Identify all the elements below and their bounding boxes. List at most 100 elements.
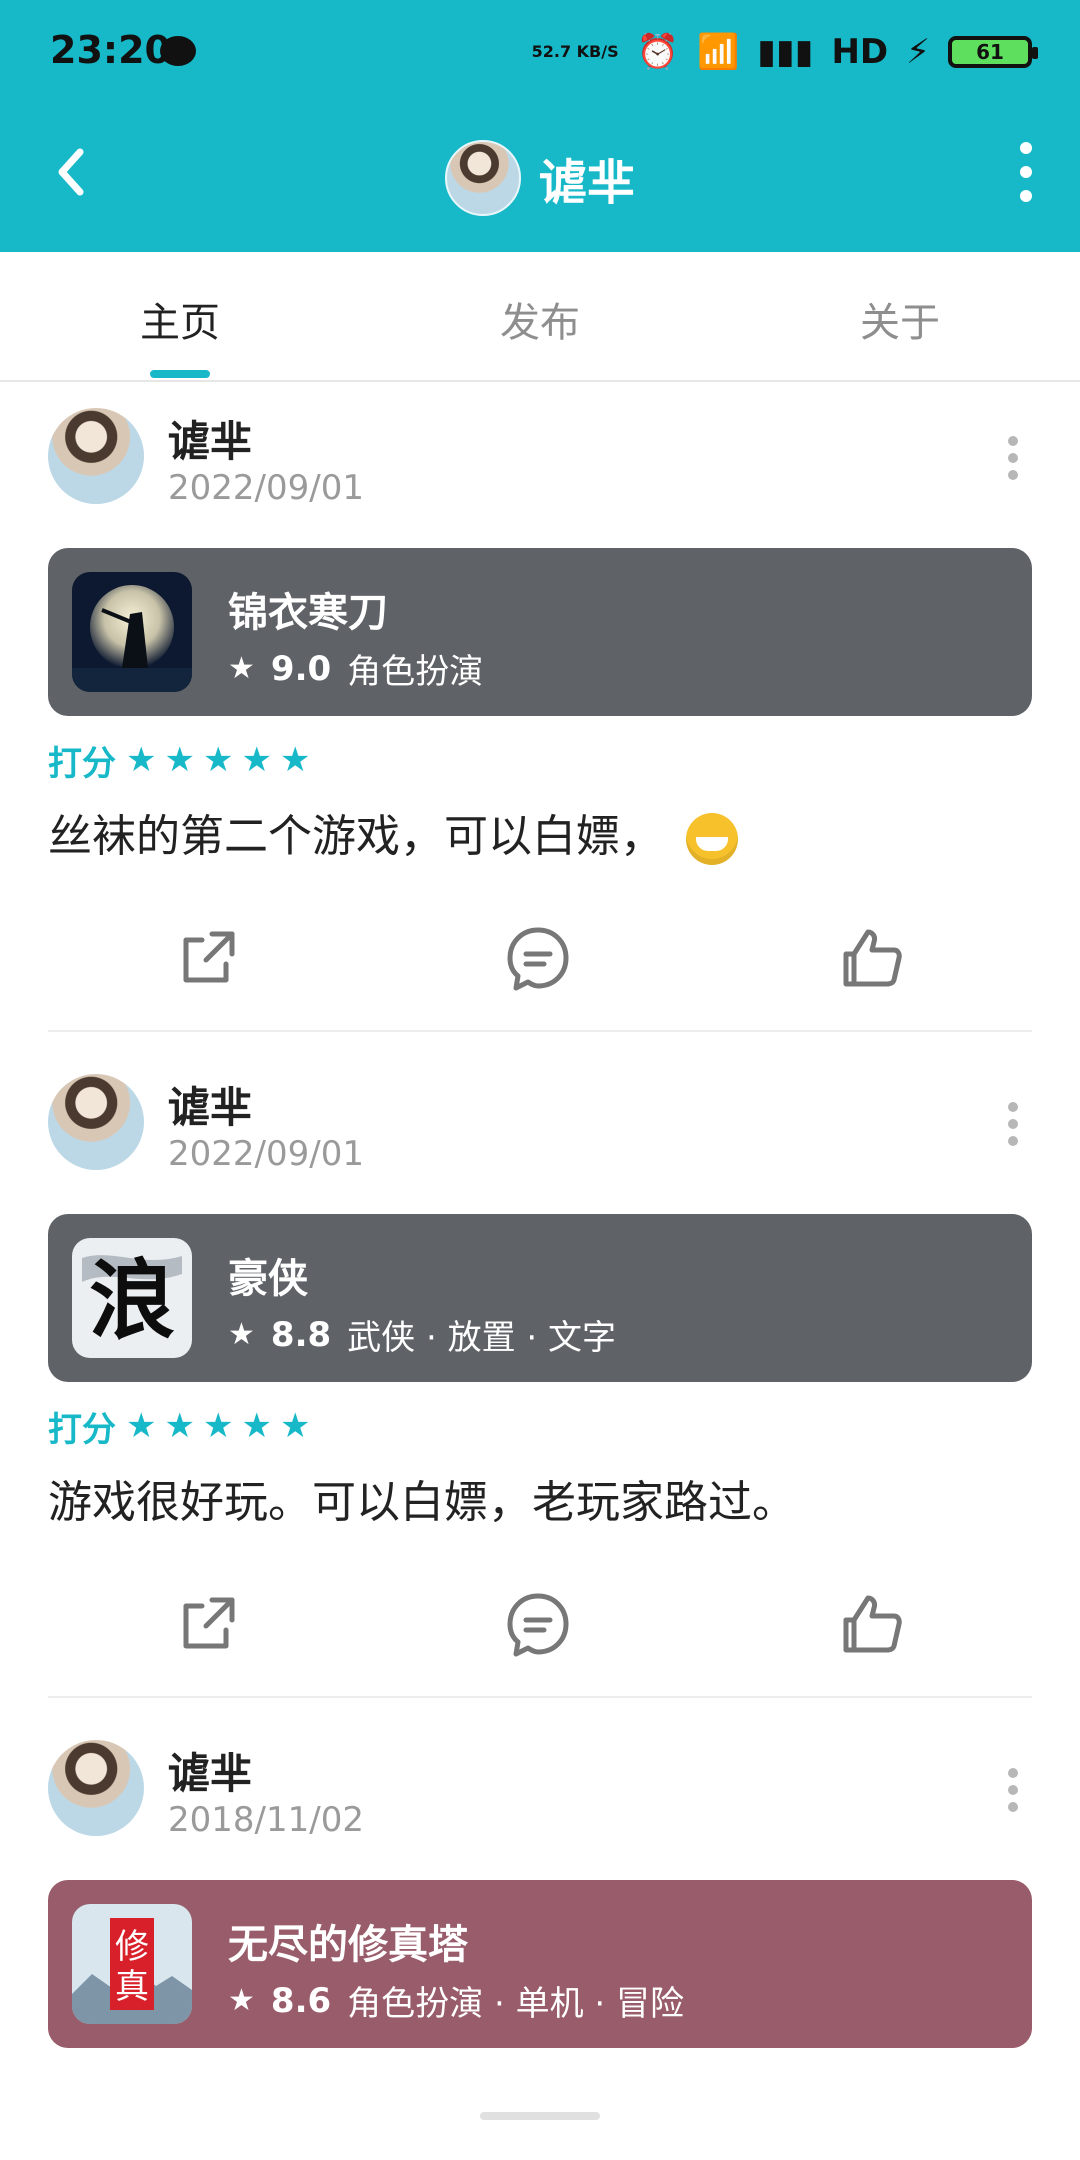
star-icon: ★ — [202, 740, 234, 780]
more-dot-icon — [1020, 166, 1032, 178]
comment-icon — [507, 1593, 569, 1657]
game-meta: ★ 8.6 角色扮演 · 单机 · 冒险 — [228, 1976, 684, 2025]
rating-row: 打分 ★ ★ ★ ★ ★ — [48, 1396, 310, 1456]
more-dot-icon — [1008, 436, 1018, 446]
share-icon — [183, 1597, 235, 1649]
top-bar: 23:20 52.7 KB/S ⏰ 📶 ▮▮▮ HD ⚡ 61 谑芈 — [0, 0, 1080, 252]
game-icon — [72, 572, 192, 692]
like-button[interactable] — [832, 1584, 912, 1664]
profile-title: 谑芈 — [0, 132, 1080, 224]
battery-indicator: 61 — [948, 36, 1038, 68]
star-icon: ★ — [126, 740, 157, 780]
share-button[interactable] — [168, 918, 248, 998]
rating-stars: ★ ★ ★ ★ ★ — [126, 1406, 310, 1446]
battery-level: 61 — [976, 40, 1004, 64]
more-dot-icon — [1008, 1136, 1018, 1146]
game-tags: 角色扮演 · 单机 · 冒险 — [347, 1984, 684, 2024]
rating-label: 打分 — [48, 743, 116, 784]
game-icon: 修 真 — [72, 1904, 192, 2024]
more-dot-icon — [1008, 1785, 1018, 1795]
star-icon: ★ — [241, 740, 272, 780]
network-speed: 52.7 KB/S — [531, 42, 619, 61]
home-indicator — [480, 2112, 600, 2120]
post-actions — [48, 1584, 1032, 1664]
comment-icon — [507, 927, 569, 991]
comment-button[interactable] — [498, 1584, 578, 1664]
wifi-icon: 📶 — [696, 32, 740, 72]
like-button[interactable] — [832, 918, 912, 998]
more-dot-icon — [1008, 1768, 1018, 1778]
post-text: 丝袜的第二个游戏，可以白嫖， — [48, 800, 738, 865]
rating-label: 打分 — [48, 1409, 116, 1450]
alarm-icon: ⏰ — [636, 32, 679, 72]
tab-about[interactable]: 关于 — [800, 290, 1000, 348]
post-date: 2022/09/01 — [168, 1134, 364, 1174]
post-more-button[interactable] — [1008, 1102, 1020, 1146]
game-tags: 角色扮演 — [347, 652, 484, 692]
rating-row: 打分 ★ ★ ★ ★ ★ — [48, 730, 310, 790]
more-dot-icon — [1020, 142, 1032, 154]
more-dot-icon — [1008, 1119, 1018, 1129]
game-score: 8.8 — [270, 1314, 332, 1355]
more-dot-icon — [1008, 470, 1018, 480]
more-dot-icon — [1020, 190, 1032, 202]
avatar[interactable] — [48, 1074, 144, 1170]
post-text-content: 游戏很好玩。可以白嫖，老玩家路过。 — [48, 1477, 796, 1528]
signal-icon: ▮▮▮ — [757, 32, 814, 72]
page-title: 谑芈 — [538, 155, 635, 211]
thumbs-up-icon — [843, 929, 902, 987]
star-icon: ★ — [164, 740, 195, 780]
status-icons: 52.7 KB/S ⏰ 📶 ▮▮▮ HD ⚡ 61 — [531, 30, 1038, 74]
avatar[interactable] — [48, 1740, 144, 1836]
rating-stars: ★ ★ ★ ★ ★ — [126, 740, 310, 780]
svg-text:真: 真 — [115, 1967, 149, 2007]
game-card[interactable]: 锦衣寒刀 ★ 9.0 角色扮演 — [48, 548, 1032, 716]
status-bar: 23:20 52.7 KB/S ⏰ 📶 ▮▮▮ HD ⚡ 61 — [0, 0, 1080, 108]
svg-text:修: 修 — [115, 1927, 149, 1967]
star-icon: ★ — [164, 1406, 195, 1446]
post-author[interactable]: 谑芈 — [168, 1074, 252, 1135]
game-meta: ★ 9.0 角色扮演 — [228, 644, 483, 693]
star-icon: ★ — [228, 651, 255, 686]
game-tags: 武侠 · 放置 · 文字 — [347, 1318, 616, 1358]
share-button[interactable] — [168, 1584, 248, 1664]
comment-button[interactable] — [498, 918, 578, 998]
tab-home[interactable]: 主页 — [80, 290, 280, 348]
more-dot-icon — [1008, 1102, 1018, 1112]
post-more-button[interactable] — [1008, 1768, 1020, 1812]
star-icon: ★ — [126, 1406, 157, 1446]
post-actions — [48, 918, 1032, 998]
game-title: 无尽的修真塔 — [228, 1922, 468, 1968]
grin-emoji-icon — [686, 813, 738, 865]
more-options-button[interactable] — [1016, 142, 1036, 202]
game-icon: 浪 — [72, 1238, 192, 1358]
status-time: 23:20 — [50, 28, 171, 72]
game-score: 9.0 — [270, 648, 332, 689]
star-icon: ★ — [228, 1317, 255, 1352]
post-date: 2018/11/02 — [168, 1800, 364, 1840]
post-divider — [48, 1030, 1032, 1032]
post-more-button[interactable] — [1008, 436, 1020, 480]
game-score: 8.6 — [270, 1980, 332, 2021]
game-card[interactable]: 浪 豪侠 ★ 8.8 武侠 · 放置 · 文字 — [48, 1214, 1032, 1382]
game-meta: ★ 8.8 武侠 · 放置 · 文字 — [228, 1310, 616, 1359]
post-author[interactable]: 谑芈 — [168, 1740, 252, 1801]
svg-text:浪: 浪 — [89, 1250, 175, 1351]
tab-publish[interactable]: 发布 — [440, 290, 640, 348]
avatar[interactable] — [48, 408, 144, 504]
post-date: 2022/09/01 — [168, 468, 364, 508]
star-icon: ★ — [279, 740, 311, 780]
thumbs-up-icon — [843, 1595, 902, 1653]
profile-avatar — [444, 140, 521, 216]
charging-icon: ⚡ — [906, 32, 930, 72]
hd-icon: HD — [831, 32, 889, 72]
game-card[interactable]: 修 真 无尽的修真塔 ★ 8.6 角色扮演 · 单机 · 冒险 — [48, 1880, 1032, 2048]
post-divider — [48, 1696, 1032, 1698]
profile-tabs: 主页 发布 关于 — [0, 252, 1080, 382]
post-author[interactable]: 谑芈 — [168, 408, 252, 469]
app-bar: 谑芈 — [0, 108, 1080, 252]
star-icon: ★ — [202, 1406, 234, 1446]
star-icon: ★ — [241, 1406, 272, 1446]
active-tab-indicator — [150, 370, 210, 378]
post-text: 游戏很好玩。可以白嫖，老玩家路过。 — [48, 1466, 796, 1530]
